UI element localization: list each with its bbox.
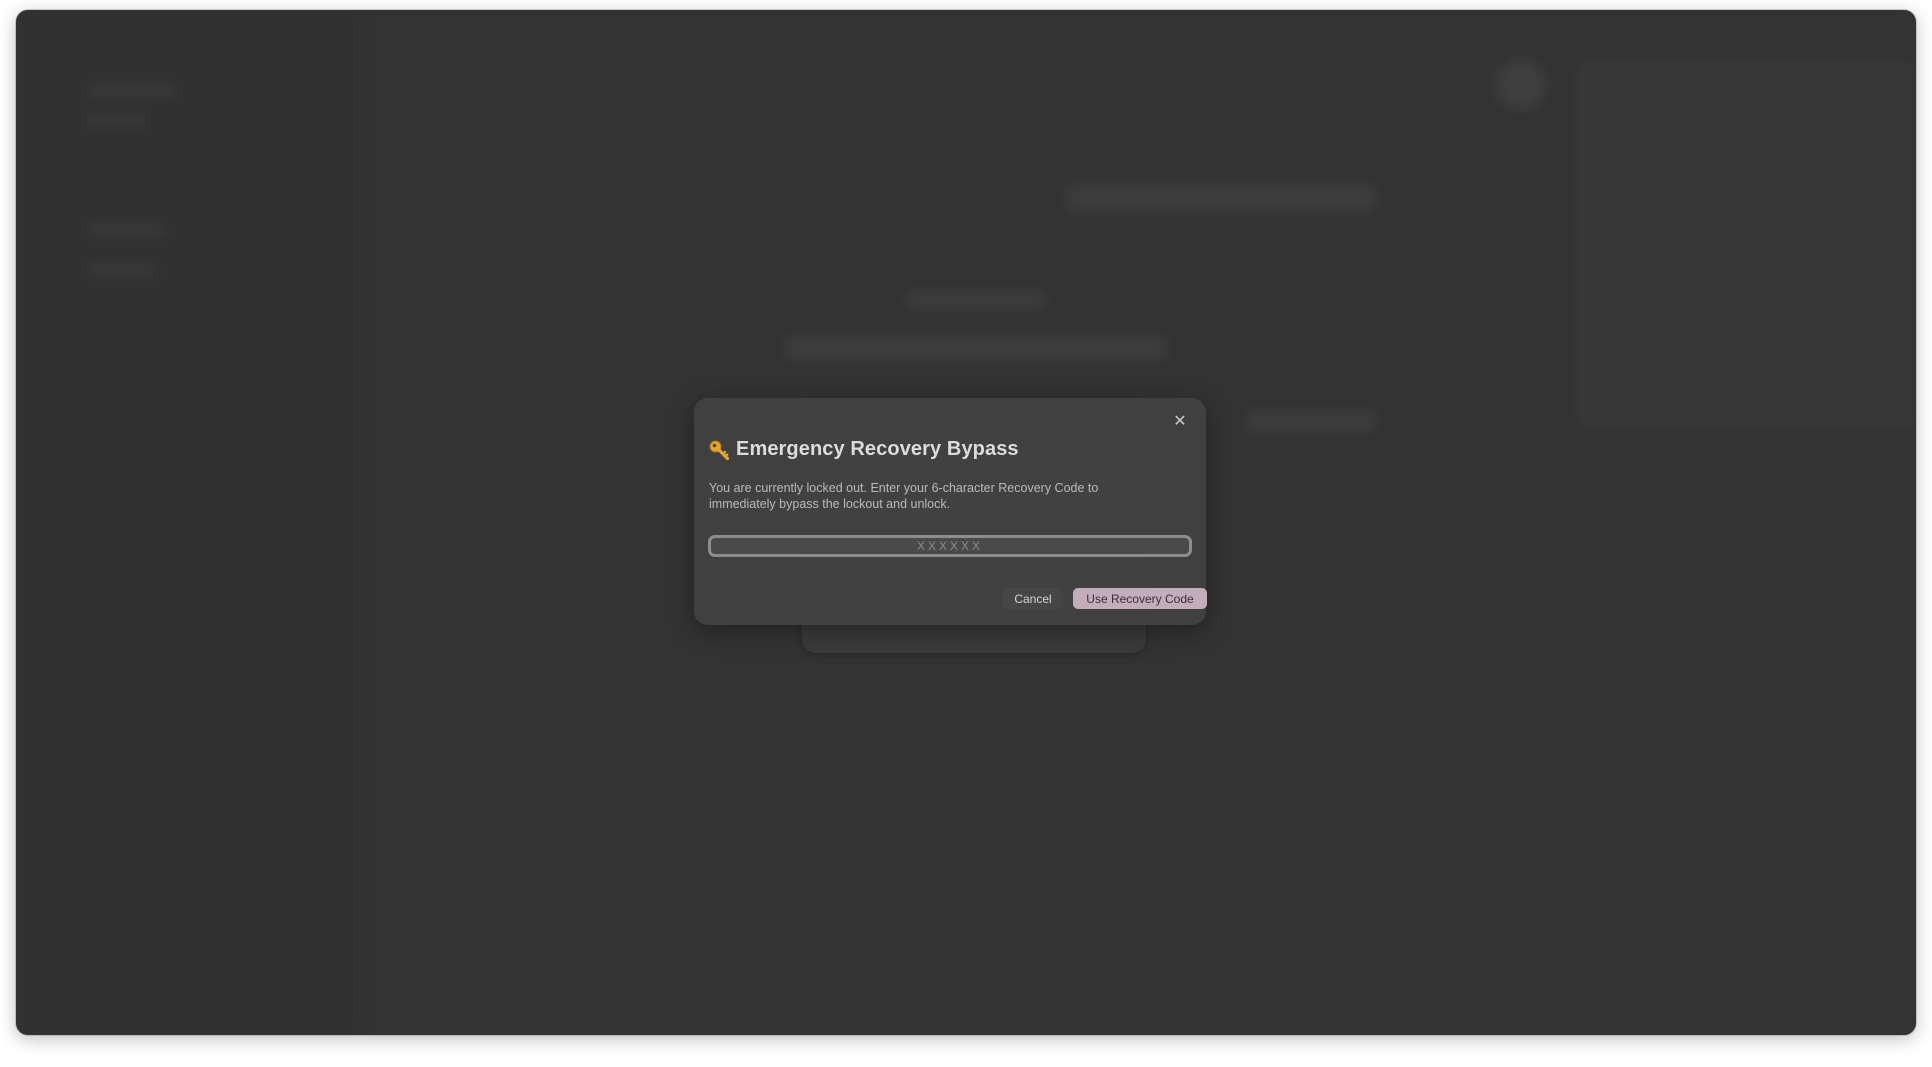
background-sidebar-line [86, 85, 176, 95]
background-bar [1066, 185, 1376, 211]
background-right-panel [1576, 60, 1916, 430]
close-icon[interactable]: ✕ [1170, 412, 1190, 432]
dialog-description: You are currently locked out. Enter your… [709, 481, 1099, 511]
dialog-title: Emergency Recovery Bypass [736, 438, 1019, 460]
key-icon [708, 439, 730, 461]
background-avatar [1496, 60, 1546, 110]
recovery-dialog: ✕ Emergency Recovery Bypass You are curr… [694, 398, 1207, 625]
background-sidebar-line [86, 265, 156, 275]
cancel-button[interactable]: Cancel [1003, 588, 1063, 609]
background-sidebar-line [86, 225, 166, 235]
background-sidebar-line [86, 115, 146, 125]
background-bar [786, 335, 1166, 361]
recovery-code-input[interactable] [708, 535, 1192, 557]
background-sidebar [16, 10, 362, 1035]
background-bar [1246, 410, 1376, 432]
use-recovery-code-button[interactable]: Use Recovery Code [1073, 588, 1207, 609]
background-bar [906, 290, 1046, 308]
dialog-header: Emergency Recovery Bypass [708, 438, 1019, 461]
